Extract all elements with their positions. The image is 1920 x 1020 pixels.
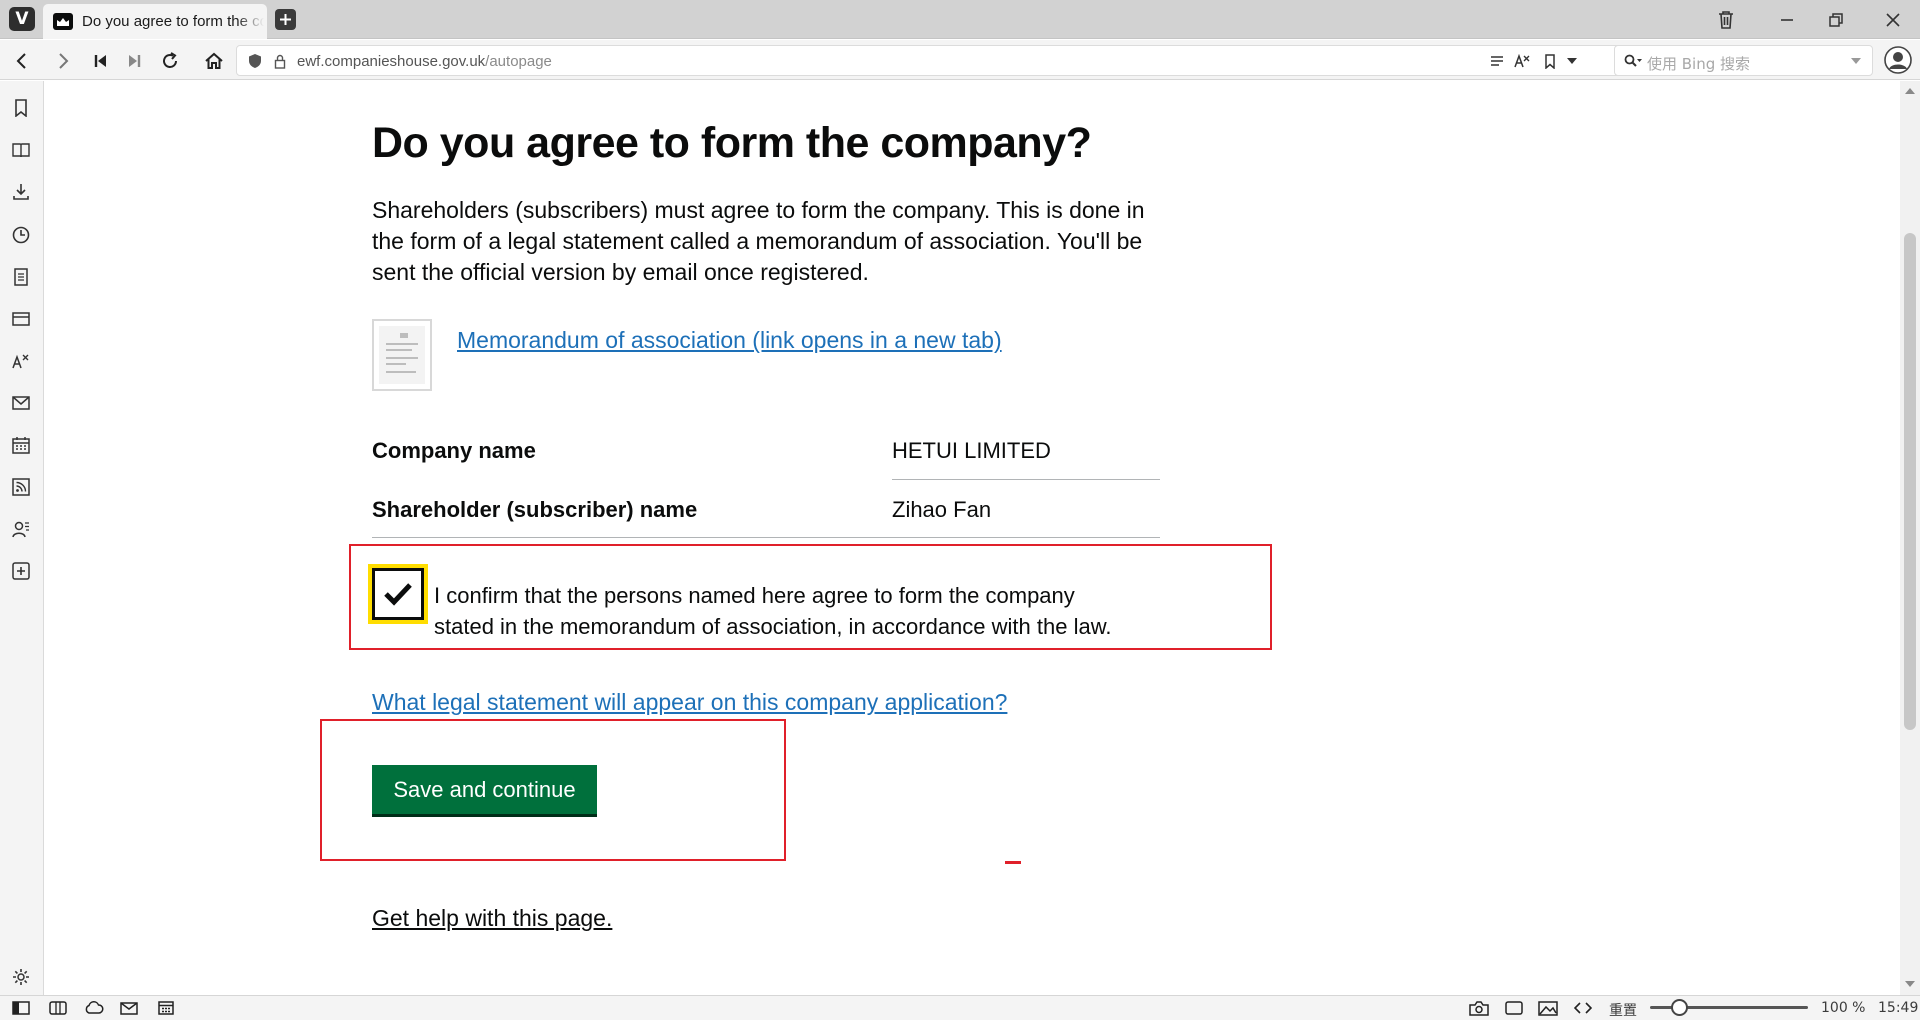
minimize-icon[interactable] [1774, 7, 1800, 33]
capture-camera-icon[interactable] [1468, 999, 1490, 1017]
scroll-up-icon[interactable] [1905, 86, 1915, 96]
reload-icon[interactable] [158, 49, 182, 73]
search-dropdown-icon[interactable] [1849, 54, 1863, 68]
url-path: /autopage [485, 53, 552, 70]
panel-toggle-icon[interactable] [10, 999, 32, 1017]
confirm-line: I confirm that the persons named here ag… [434, 583, 1075, 608]
settings-gear-icon[interactable] [8, 964, 34, 990]
lock-icon [272, 52, 288, 70]
translate-panel-icon[interactable] [8, 348, 34, 374]
confirm-label[interactable]: I confirm that the persons named here ag… [434, 580, 1111, 642]
document-thumbnail[interactable] [372, 319, 432, 391]
crown-favicon-icon [53, 13, 73, 30]
notes-icon[interactable] [8, 264, 34, 290]
translate-icon[interactable] [1513, 52, 1531, 70]
window-size-icon[interactable] [1503, 999, 1525, 1017]
search-field[interactable]: 使用 Bing 搜索 [1614, 45, 1873, 76]
summary-row: Company name HETUI LIMITED [372, 420, 1160, 480]
back-icon[interactable] [10, 49, 34, 73]
summary-key: Company name [372, 438, 536, 463]
scrollbar-thumb[interactable] [1904, 233, 1916, 730]
vertical-scrollbar[interactable] [1900, 81, 1920, 995]
page-actions-icon[interactable] [1572, 999, 1594, 1017]
mail-icon[interactable] [8, 390, 34, 416]
url-host: ewf.companieshouse.gov.uk [297, 53, 486, 70]
summary-list: Company name HETUI LIMITED Shareholder (… [372, 420, 1160, 538]
close-icon[interactable] [1880, 7, 1906, 33]
calendar-status-icon[interactable] [155, 999, 177, 1017]
zoom-level: 100 % [1821, 1000, 1866, 1016]
tab-title: Do you agree to form the company? [82, 13, 264, 30]
zoom-reset-label[interactable]: 重置 [1609, 1000, 1637, 1020]
shield-icon[interactable] [247, 52, 263, 70]
lead-line: Shareholders (subscribers) must agree to… [372, 197, 1145, 223]
images-toggle-icon[interactable] [1537, 999, 1559, 1017]
memorandum-link[interactable]: Memorandum of association (link opens in… [457, 327, 1002, 354]
restore-icon[interactable] [1823, 7, 1849, 33]
lead-line: sent the official version by email once … [372, 259, 869, 285]
lead-paragraph: Shareholders (subscribers) must agree to… [372, 195, 1172, 288]
help-link[interactable]: Get help with this page. [372, 905, 612, 932]
history-icon[interactable] [8, 222, 34, 248]
add-panel-icon[interactable] [8, 558, 34, 584]
confirm-checkbox[interactable] [372, 568, 424, 620]
address-bar: ewf.companieshouse.gov.uk/autopage 使用 Bi… [0, 40, 1920, 80]
zoom-slider-knob[interactable] [1671, 999, 1688, 1016]
url-text: ewf.companieshouse.gov.uk/autopage [297, 53, 552, 70]
summary-key: Shareholder (subscriber) name [372, 497, 698, 522]
profile-avatar-icon[interactable] [1883, 45, 1913, 75]
summary-value: Zihao Fan [892, 497, 992, 522]
vivaldi-menu-icon[interactable]: V [9, 7, 35, 31]
rewind-icon[interactable] [89, 49, 113, 73]
dropdown-arrow-icon[interactable] [1563, 52, 1581, 70]
status-bar: 重置 100 % 15:49 [0, 995, 1920, 1020]
tab-active[interactable]: Do you agree to form the company? [43, 4, 267, 39]
contacts-icon[interactable] [8, 516, 34, 542]
reading-list-icon[interactable] [8, 137, 34, 163]
bookmark-icon[interactable] [1541, 52, 1559, 70]
downloads-icon[interactable] [8, 179, 34, 205]
scroll-down-icon[interactable] [1905, 979, 1915, 989]
reader-view-icon[interactable] [1488, 52, 1506, 70]
home-icon[interactable] [202, 49, 226, 73]
summary-row: Shareholder (subscriber) name Zihao Fan [372, 479, 1160, 538]
tab-bar: V Do you agree to form the company? [0, 0, 1920, 39]
sync-cloud-icon[interactable] [83, 999, 105, 1017]
search-placeholder: 使用 Bing 搜索 [1647, 55, 1751, 73]
feeds-icon[interactable] [8, 474, 34, 500]
summary-value: HETUI LIMITED [892, 438, 1051, 463]
page-content: Do you agree to form the company? Shareh… [44, 81, 1900, 995]
save-and-continue-button[interactable]: Save and continue [372, 765, 597, 814]
tab-tiling-icon[interactable] [47, 999, 69, 1017]
clock: 15:49 [1878, 1000, 1919, 1016]
fast-forward-icon[interactable] [122, 49, 146, 73]
lead-line: the form of a legal statement called a m… [372, 228, 1143, 254]
new-tab-icon[interactable] [275, 9, 296, 30]
calendar-icon[interactable] [8, 432, 34, 458]
window-panel-icon[interactable] [8, 306, 34, 332]
checkmark-icon [384, 583, 412, 606]
trash-icon[interactable] [1713, 7, 1739, 33]
mail-status-icon[interactable] [118, 999, 140, 1017]
legal-statement-link[interactable]: What legal statement will appear on this… [372, 689, 1007, 716]
confirm-line: stated in the memorandum of association,… [434, 614, 1112, 639]
side-panel [0, 81, 44, 995]
page-heading: Do you agree to form the company? [372, 119, 1092, 167]
url-field[interactable]: ewf.companieshouse.gov.uk/autopage [236, 45, 1625, 76]
annotation-mark [1005, 861, 1021, 864]
search-engine-icon[interactable] [1623, 52, 1643, 70]
bookmarks-panel-icon[interactable] [8, 95, 34, 121]
forward-icon[interactable] [51, 49, 75, 73]
